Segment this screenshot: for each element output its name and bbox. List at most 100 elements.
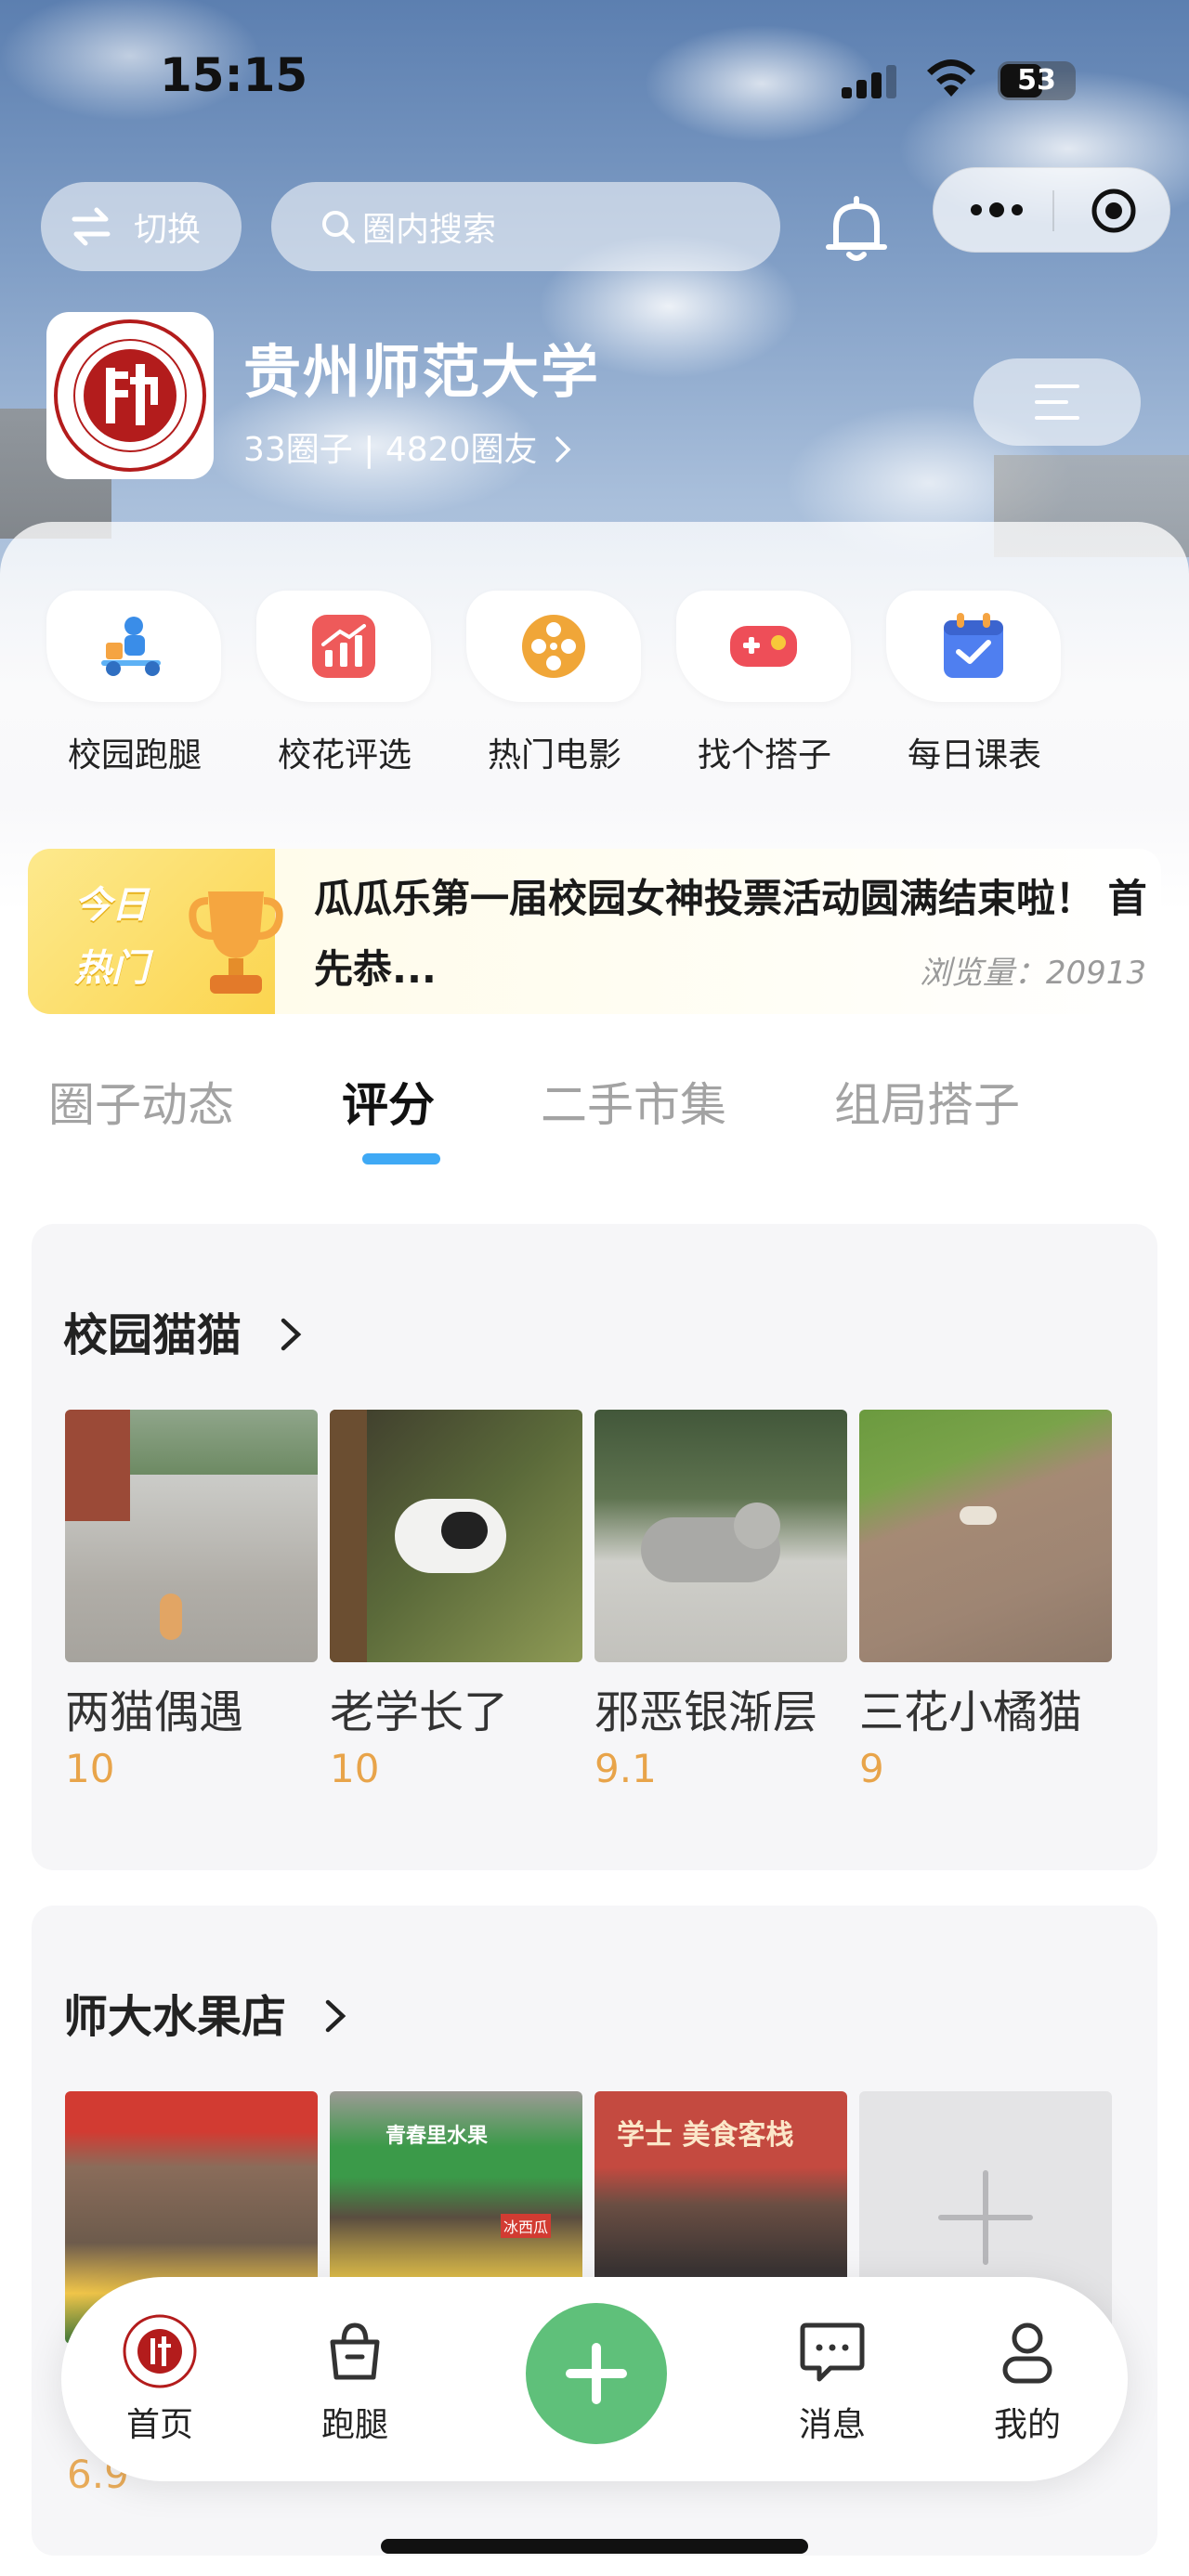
chat-icon <box>800 2322 865 2382</box>
shortcut-card <box>886 591 1061 702</box>
shortcut-errand[interactable]: 校园跑腿 <box>46 591 223 786</box>
shortcut-movies[interactable]: 热门电影 <box>466 591 643 786</box>
cat-photo <box>859 1410 1112 1662</box>
hot-badge-line2: 热门 <box>74 947 149 990</box>
section-title-text: 校园猫猫 <box>63 1309 242 1361</box>
shortcut-label: 每日课表 <box>907 736 1041 774</box>
rating-item[interactable]: 两猫偶遇 10 <box>65 1410 318 1791</box>
user-icon <box>1002 2322 1052 2384</box>
cat-photo <box>594 1410 847 1662</box>
shortcut-card <box>46 591 221 702</box>
school-seal-icon <box>54 319 206 472</box>
community-title: 贵州师范大学 <box>243 338 601 406</box>
nav-label: 首页 <box>125 2406 193 2444</box>
calendar-check-icon <box>944 613 1003 678</box>
switch-label: 切换 <box>134 211 202 249</box>
chart-icon <box>312 615 375 678</box>
cat-photo <box>330 1410 582 1662</box>
hot-badge-line1: 今日 <box>74 884 149 927</box>
item-name: 老学长了 <box>330 1686 509 1738</box>
trophy-icon <box>189 891 283 994</box>
menu-icon <box>1035 384 1079 420</box>
search-placeholder: 圈内搜索 <box>362 211 497 249</box>
nav-errand[interactable]: 跑腿 <box>290 2312 420 2446</box>
section-title-text: 师大水果店 <box>63 1991 287 2043</box>
item-score: 10 <box>65 1746 115 1791</box>
shortcut-label: 找个搭子 <box>697 736 831 774</box>
rating-item[interactable]: 邪恶银渐层 9.1 <box>594 1410 847 1791</box>
shortcut-label: 校园跑腿 <box>67 736 202 774</box>
item-score: 9 <box>859 1746 884 1791</box>
tab-rating[interactable]: 评分 <box>342 1068 435 1135</box>
delivery-rider-icon <box>101 617 161 676</box>
tab-second-hand[interactable]: 二手市集 <box>541 1068 726 1135</box>
status-time: 15:15 <box>160 48 308 102</box>
nav-home[interactable]: 首页 <box>95 2312 225 2446</box>
circle-count: 33圈子 <box>243 431 353 469</box>
gamepad-icon <box>730 626 797 667</box>
post-button[interactable] <box>526 2303 667 2444</box>
member-count: 4820圈友 <box>385 431 538 469</box>
home-indicator <box>381 2539 808 2554</box>
close-miniprogram-icon[interactable] <box>1090 187 1138 235</box>
tab-circle-feed[interactable]: 圈子动态 <box>48 1068 234 1135</box>
hot-banner[interactable]: 今日 热门 瓜瓜乐第一届校园女神投票活动圆满结束啦！ 首先恭... 浏览量：20… <box>28 849 1161 1014</box>
nav-messages[interactable]: 消息 <box>767 2312 897 2446</box>
bottom-nav: 首页 跑腿 消息 我的 <box>61 2277 1128 2481</box>
school-logo-icon <box>123 2314 197 2388</box>
swap-icon <box>72 207 111 246</box>
hot-view-count: 浏览量：20913 <box>919 955 1146 992</box>
hot-today-badge: 今日 热门 <box>28 849 283 1014</box>
item-name: 三花小橘猫 <box>859 1686 1083 1738</box>
shortcut-buddy[interactable]: 找个搭子 <box>676 591 853 786</box>
shortcut-card <box>466 591 641 702</box>
battery-level: 53 <box>1017 64 1056 97</box>
nav-label: 我的 <box>993 2406 1061 2444</box>
switch-button[interactable]: 切换 <box>41 182 242 271</box>
shortcut-card <box>256 591 431 702</box>
active-tab-indicator <box>362 1153 440 1164</box>
shop-sign: 学士 美食客栈 <box>617 2119 794 2152</box>
shop-sign: 青春里水果 <box>385 2125 489 2148</box>
nav-profile[interactable]: 我的 <box>962 2312 1092 2446</box>
film-reel-icon <box>522 615 585 678</box>
menu-button[interactable] <box>973 358 1141 446</box>
content-tabs: 圈子动态 评分 二手市集 组局搭子 <box>0 1068 1189 1170</box>
rating-items: 两猫偶遇 10 老学长了 10 邪恶银渐层 9.1 三花小橘猫 9 <box>65 1410 1133 1828</box>
chevron-right-icon <box>325 1999 346 2033</box>
shortcut-label: 热门电影 <box>487 736 621 774</box>
rating-section-cats: 校园猫猫 两猫偶遇 10 老学长了 10 邪恶银渐层 9.1 三花小橘猫 9 <box>32 1224 1157 1870</box>
item-score: 9.1 <box>594 1746 657 1791</box>
item-name: 邪恶银渐层 <box>594 1686 818 1738</box>
plus-icon <box>566 2343 627 2404</box>
shortcut-timetable[interactable]: 每日课表 <box>886 591 1063 786</box>
nav-label: 消息 <box>798 2406 866 2444</box>
more-icon[interactable] <box>963 187 1030 233</box>
section-title[interactable]: 师大水果店 <box>63 1980 348 2045</box>
search-input[interactable]: 圈内搜索 <box>271 182 780 271</box>
search-icon <box>322 211 355 243</box>
miniprogram-capsule <box>933 167 1170 253</box>
school-logo[interactable] <box>46 312 214 479</box>
shortcut-campus-beauty[interactable]: 校花评选 <box>256 591 433 786</box>
cat-photo <box>65 1410 318 1662</box>
battery-icon: 53 <box>998 61 1076 100</box>
rating-item[interactable]: 老学长了 10 <box>330 1410 582 1791</box>
shortcut-card <box>676 591 851 702</box>
rating-item[interactable]: 三花小橘猫 9 <box>859 1410 1112 1791</box>
tab-meetup[interactable]: 组局搭子 <box>834 1068 1020 1135</box>
shortcut-label: 校花评选 <box>277 736 412 774</box>
status-bar: 15:15 53 <box>0 0 1189 158</box>
shop-sign: 冰西瓜 <box>501 2214 552 2238</box>
wifi-icon <box>927 59 975 97</box>
chevron-right-icon <box>555 436 571 462</box>
chevron-right-icon <box>281 1318 302 1351</box>
plus-icon <box>938 2170 1033 2265</box>
item-name: 两猫偶遇 <box>65 1686 244 1738</box>
notification-bell-icon[interactable] <box>819 191 894 266</box>
stats-separator: | <box>363 431 375 469</box>
section-title[interactable]: 校园猫猫 <box>63 1298 304 1363</box>
basket-icon <box>330 2322 380 2380</box>
community-stats[interactable]: 33圈子 | 4820圈友 <box>243 423 572 471</box>
item-score: 10 <box>330 1746 380 1791</box>
